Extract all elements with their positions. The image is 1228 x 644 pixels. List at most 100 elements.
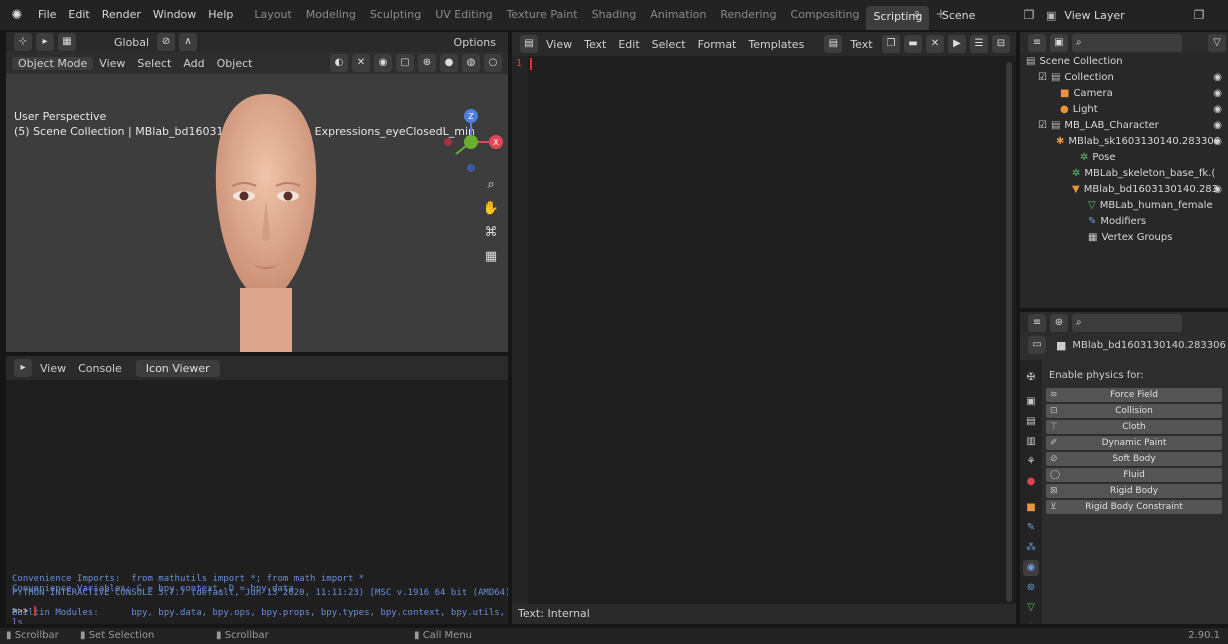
- wireframe-shading-icon[interactable]: ⊕: [418, 54, 436, 72]
- eye-icon[interactable]: ◉: [1213, 86, 1222, 102]
- render-tab-icon[interactable]: ▣: [1023, 394, 1039, 410]
- viewport-menu-select[interactable]: Select: [131, 57, 177, 70]
- tool-tab-icon[interactable]: ✠: [1023, 370, 1039, 386]
- unlink-text-icon[interactable]: ✕: [926, 35, 944, 53]
- text-menu-select[interactable]: Select: [646, 38, 692, 51]
- outliner-type-icon[interactable]: ≡: [1028, 34, 1046, 52]
- zoom-icon[interactable]: ⌕: [480, 174, 502, 196]
- text-editor[interactable]: ▤ View Text Edit Select Format Templates…: [512, 32, 1016, 624]
- viewport-menu-view[interactable]: View: [93, 57, 131, 70]
- particles-tab-icon[interactable]: ⁂: [1023, 540, 1039, 556]
- soft-body-button[interactable]: ⊘ Soft Body: [1046, 452, 1222, 466]
- new-text-icon[interactable]: ❐: [882, 35, 900, 53]
- tab-sculpting[interactable]: Sculpting: [363, 0, 428, 30]
- text-menu-edit[interactable]: Edit: [612, 38, 645, 51]
- view-layer-selector[interactable]: ▣ View Layer: [1046, 5, 1176, 25]
- cloth-button[interactable]: ⊤ Cloth: [1046, 420, 1222, 434]
- outliner-row[interactable]: ☑ ▤ Collection ◉: [1020, 70, 1228, 86]
- world-tab-icon[interactable]: ●: [1023, 474, 1039, 490]
- text-menu-view[interactable]: View: [540, 38, 578, 51]
- text-editor-scrollbar[interactable]: [1006, 62, 1012, 602]
- proportional-edit-icon[interactable]: ∧: [179, 33, 198, 51]
- eye-icon[interactable]: ◉: [1213, 70, 1222, 86]
- menu-file[interactable]: File: [32, 0, 62, 30]
- outliner-row[interactable]: ■ Camera ◉: [1020, 86, 1228, 102]
- open-text-icon[interactable]: ▬: [904, 35, 922, 53]
- overlay-icon[interactable]: ◉: [374, 54, 392, 72]
- python-console[interactable]: ▸ View Console Icon Viewer PYTHON INTERA…: [6, 356, 508, 624]
- checkbox-icon[interactable]: ☑: [1038, 72, 1047, 83]
- blender-logo-icon[interactable]: ✺: [6, 4, 28, 26]
- menu-render[interactable]: Render: [96, 0, 147, 30]
- viewport-menu-object[interactable]: Object: [211, 57, 259, 70]
- character-head-model[interactable]: [206, 88, 326, 352]
- line-numbers-icon[interactable]: ☰: [970, 35, 988, 53]
- outliner-row[interactable]: ▼ MBlab_bd1603130140.283 ◉: [1020, 182, 1228, 198]
- transform-pivot-icon[interactable]: ⊹: [14, 33, 32, 51]
- properties-search-icon[interactable]: ⌕: [1072, 314, 1182, 332]
- icon-viewer-tab[interactable]: Icon Viewer: [135, 359, 220, 377]
- dynamic-paint-button[interactable]: ✐ Dynamic Paint: [1046, 436, 1222, 450]
- menu-window[interactable]: Window: [147, 0, 202, 30]
- text-menu-text[interactable]: Text: [578, 38, 612, 51]
- outliner-search-icon[interactable]: ⌕: [1072, 34, 1182, 52]
- eye-icon[interactable]: ◉: [1213, 118, 1222, 134]
- tab-animation[interactable]: Animation: [643, 0, 713, 30]
- modifier-tab-icon[interactable]: ✎: [1023, 520, 1039, 536]
- solid-shading-icon[interactable]: ●: [440, 54, 458, 72]
- run-script-icon[interactable]: ▶: [948, 35, 966, 53]
- checkbox-icon[interactable]: ☑: [1038, 120, 1047, 131]
- copy-scene-icon[interactable]: ❐: [1020, 6, 1038, 24]
- eye-icon[interactable]: ◉: [1213, 182, 1222, 198]
- eye-icon[interactable]: ◉: [1213, 134, 1222, 150]
- scene-selector[interactable]: ⚘ Scene: [912, 5, 1012, 25]
- 3d-viewport[interactable]: ⊹ ▸ ▦ Global ⊘ ∧ Options Object Mode Vie…: [6, 32, 508, 352]
- tab-texture-paint[interactable]: Texture Paint: [500, 0, 585, 30]
- object-tab-icon[interactable]: ■: [1023, 500, 1039, 516]
- snap-icon[interactable]: ⊘: [157, 33, 176, 51]
- console-menu-console[interactable]: Console: [72, 362, 128, 375]
- gizmo-icon[interactable]: ✕: [352, 54, 370, 72]
- material-tab-icon[interactable]: ◕: [1023, 620, 1039, 624]
- text-editor-type-icon[interactable]: ▤: [520, 35, 538, 53]
- output-tab-icon[interactable]: ▤: [1023, 414, 1039, 430]
- camera-view-icon[interactable]: ⌘: [480, 222, 502, 244]
- tab-rendering[interactable]: Rendering: [713, 0, 783, 30]
- view-layer-tab-icon[interactable]: ▥: [1023, 434, 1039, 450]
- outliner-row[interactable]: ▦ Vertex Groups: [1020, 230, 1228, 246]
- outliner-row[interactable]: ☑ ▤ MB_LAB_Character ◉: [1020, 118, 1228, 134]
- select-box-icon[interactable]: ▸: [36, 33, 54, 51]
- text-menu-format[interactable]: Format: [692, 38, 743, 51]
- fluid-button[interactable]: ◯ Fluid: [1046, 468, 1222, 482]
- eye-icon[interactable]: ◉: [1213, 102, 1222, 118]
- physics-tab-icon[interactable]: ◉: [1023, 560, 1039, 576]
- rigid-body-button[interactable]: ⊠ Rigid Body: [1046, 484, 1222, 498]
- properties-type-icon[interactable]: ≡: [1028, 314, 1046, 332]
- options-dropdown[interactable]: Options: [448, 36, 502, 49]
- material-shading-icon[interactable]: ◍: [462, 54, 480, 72]
- properties-editor[interactable]: ≡ ⊛ ⌕ ▭ ■ MBlab_bd1603130140.283306 ✠ ▣ …: [1020, 312, 1228, 624]
- rendered-shading-icon[interactable]: ○: [484, 54, 502, 72]
- scene-close-icon[interactable]: [1000, 6, 1018, 24]
- filter-icon[interactable]: ▽: [1208, 34, 1226, 52]
- outliner-row[interactable]: ✲ MBLab_skeleton_base_fk.(: [1020, 166, 1228, 182]
- perspective-toggle-icon[interactable]: ▦: [480, 246, 502, 268]
- outliner-row[interactable]: ● Light ◉: [1020, 102, 1228, 118]
- menu-edit[interactable]: Edit: [62, 0, 95, 30]
- tab-compositing[interactable]: Compositing: [784, 0, 867, 30]
- scene-tab-icon[interactable]: ⚘: [1023, 454, 1039, 470]
- data-tab-icon[interactable]: ▽: [1023, 600, 1039, 616]
- outliner-row[interactable]: ✎ Modifiers: [1020, 214, 1228, 230]
- outliner-row[interactable]: ✲ Pose: [1020, 150, 1228, 166]
- force-field-button[interactable]: ≋ Force Field: [1046, 388, 1222, 402]
- word-wrap-icon[interactable]: ⊟: [992, 35, 1010, 53]
- copy-view-layer-icon[interactable]: ❐: [1190, 6, 1208, 24]
- display-mode-icon[interactable]: ▣: [1050, 34, 1068, 52]
- text-datablock-icon[interactable]: ▤: [824, 35, 843, 53]
- context-pin-icon[interactable]: ⊛: [1050, 314, 1068, 332]
- outliner-row[interactable]: ▤ Scene Collection: [1020, 54, 1228, 70]
- outliner-row[interactable]: ▽ MBLab_human_femalе: [1020, 198, 1228, 214]
- tab-modeling[interactable]: Modeling: [299, 0, 363, 30]
- console-prompt[interactable]: >>>: [12, 606, 36, 617]
- collision-button[interactable]: ⊡ Collision: [1046, 404, 1222, 418]
